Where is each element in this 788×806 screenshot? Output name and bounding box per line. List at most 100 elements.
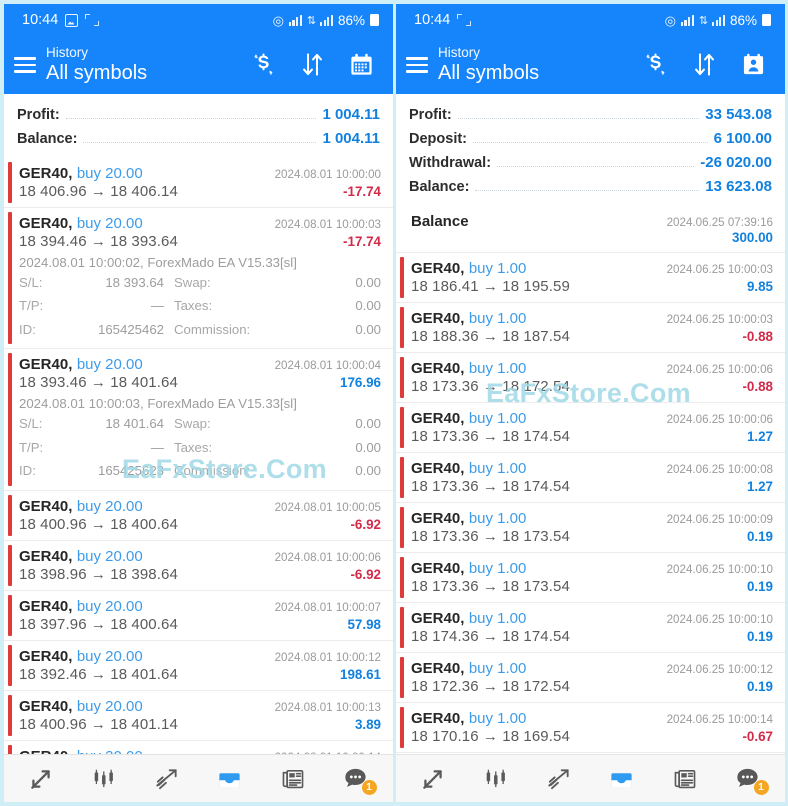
detail-key: S/L: — [19, 274, 43, 290]
hamburger-icon[interactable] — [402, 57, 428, 73]
deal-symbol: GER40, — [19, 214, 73, 232]
deal-time: 2024.06.25 07:39:16 — [666, 215, 773, 229]
deal-row[interactable]: GER40, buy 1.00 2024.06.25 10:00:08 18 173… — [396, 453, 785, 503]
deal-symbol: GER40, — [19, 748, 72, 754]
deal-row[interactable]: GER40, buy 20.00 2024.08.01 10:00:07 18 39… — [4, 591, 393, 641]
news-icon[interactable] — [663, 762, 707, 796]
summary-value: 6 100.00 — [713, 129, 772, 147]
deal-prices: 18 172.36 → 18 172.54 — [411, 677, 570, 695]
deal-detail-row: ID: 165425623 Commission: 0.00 — [19, 459, 381, 483]
bottom-navigation[interactable]: 1 — [4, 754, 393, 802]
deal-row[interactable]: GER40, buy 1.00 2024.06.25 10:00:12 18 172… — [396, 653, 785, 703]
deal-symbol: GER40, — [411, 609, 465, 627]
history-list[interactable]: GER40, buy 20.00 2024.08.01 10:00:00 18 40… — [4, 157, 393, 754]
mailbox-icon[interactable] — [208, 762, 252, 796]
battery-percent: 86% — [729, 12, 757, 28]
deal-row[interactable]: GER40, buy 1.00 2024.06.25 10:00:06 18 173… — [396, 353, 785, 403]
deal-detail: 2024.08.01 10:00:03, ForexMado EA V15.33… — [19, 391, 381, 483]
detail-key: S/L: — [19, 416, 43, 432]
deal-row[interactable]: GER40, buy 20.00 2024.08.01 10:00:12 18 39… — [4, 641, 393, 691]
deal-prices: 18 406.96 → 18 406.14 — [19, 182, 178, 200]
mailbox-icon[interactable] — [600, 762, 644, 796]
charts-candles-icon[interactable] — [474, 762, 518, 796]
deal-row[interactable]: GER40, buy 20.00 2024.08.01 10:00:13 18 40… — [4, 691, 393, 741]
dot-leader — [457, 118, 700, 119]
deal-time: 2024.08.01 10:00:13 — [274, 700, 381, 714]
detail-key: ID: — [19, 321, 36, 337]
deal-direction: buy 1.00 — [468, 709, 527, 727]
deal-row[interactable]: GER40, buy 20.00 2024.08.01 10:00:03 18 39… — [4, 208, 393, 350]
app-bar-actions — [642, 51, 773, 79]
summary-value: -26 020.00 — [700, 153, 772, 171]
deal-row[interactable]: GER40, buy 20.00 2024.08.01 10:00:04 18 39… — [4, 349, 393, 491]
deal-direction: buy 1.00 — [468, 459, 527, 477]
deal-detail-row: S/L: 18 393.64 Swap: 0.00 — [19, 271, 381, 295]
deal-profit: 57.98 — [347, 616, 381, 632]
deal-prices: 18 397.96 → 18 400.64 — [19, 615, 178, 633]
deal-prices: 18 393.46 → 18 401.64 — [19, 374, 178, 392]
deal-detail: 2024.08.01 10:00:02, ForexMado EA V15.33… — [19, 250, 381, 342]
trade-line-icon[interactable] — [537, 762, 581, 796]
deal-symbol: GER40, — [411, 559, 465, 577]
deal-profit: -6.92 — [350, 566, 381, 582]
sort-icon[interactable] — [691, 51, 718, 79]
deal-profit: -0.88 — [742, 378, 773, 394]
scan-icon — [457, 14, 472, 26]
wifi-icon: ◎ — [272, 12, 284, 28]
trade-line-icon[interactable] — [145, 762, 189, 796]
page-title[interactable]: All symbols — [438, 62, 642, 84]
deal-symbol: GER40, — [19, 697, 73, 715]
detail-key-2: Swap: — [174, 416, 211, 432]
deal-detail-row: ID: 165425462 Commission: 0.00 — [19, 318, 381, 342]
calendar-icon[interactable] — [348, 51, 375, 79]
deal-symbol: GER40, — [411, 659, 465, 677]
bottom-navigation[interactable]: 1 — [396, 754, 785, 802]
deal-direction: buy 20.00 — [76, 497, 143, 515]
balance-row[interactable]: Balance 2024.06.25 07:39:16 300.00 — [396, 206, 785, 253]
account-card-icon[interactable] — [740, 51, 767, 79]
deal-row[interactable]: GER40, buy 1.00 2024.06.25 10:00:10 18 173… — [396, 553, 785, 603]
balance-label: Balance — [411, 212, 469, 230]
detail-value: 165425623 — [97, 463, 164, 479]
history-list[interactable]: Balance 2024.06.25 07:39:16 300.00 GER40, b… — [396, 205, 785, 754]
deal-time: 2024.08.01 10:00:14 — [275, 751, 381, 754]
chat-icon[interactable]: 1 — [726, 762, 770, 796]
deal-row[interactable]: GER40, buy 20.00 2024.08.01 10:00:00 18 40… — [4, 158, 393, 208]
chat-icon[interactable]: 1 — [334, 762, 378, 796]
deal-row[interactable]: GER40, buy 1.002024.06.25 10:00:1418 169… — [396, 753, 785, 754]
deal-row[interactable]: GER40, buy 1.00 2024.06.25 10:00:03 18 188… — [396, 303, 785, 353]
news-icon[interactable] — [271, 762, 315, 796]
deal-prices: 18 174.36 → 18 174.54 — [411, 627, 570, 645]
deal-row[interactable]: GER40, buy 20.00 2024.08.01 10:00:06 18 39… — [4, 541, 393, 591]
quotes-icon[interactable] — [411, 762, 455, 796]
detail-value: — — [150, 439, 164, 455]
detail-value: — — [150, 298, 164, 314]
deal-symbol: GER40, — [411, 259, 465, 277]
scan-icon — [85, 14, 100, 26]
quotes-icon[interactable] — [19, 762, 63, 796]
deal-direction: buy 1.00 — [468, 259, 527, 277]
deal-prices: 18 400.96 → 18 400.64 — [19, 515, 178, 533]
hamburger-icon[interactable] — [10, 57, 36, 73]
deal-row[interactable]: GER40, buy 20.002024.08.01 10:00:1418 40… — [4, 741, 393, 754]
deal-row[interactable]: GER40, buy 20.00 2024.08.01 10:00:05 18 40… — [4, 491, 393, 541]
deal-direction: buy 1.00 — [468, 559, 527, 577]
deal-time: 2024.08.01 10:00:00 — [274, 167, 381, 181]
status-time: 10:44 — [22, 12, 59, 28]
battery-icon — [370, 14, 379, 26]
deal-row[interactable]: GER40, buy 1.00 2024.06.25 10:00:10 18 174… — [396, 603, 785, 653]
deal-row[interactable]: GER40, buy 1.00 2024.06.25 10:00:03 18 186… — [396, 253, 785, 303]
currency-icon[interactable] — [250, 51, 277, 79]
deal-time: 2024.06.25 10:00:03 — [666, 262, 773, 276]
page-title[interactable]: All symbols — [46, 62, 250, 84]
deal-row[interactable]: GER40, buy 1.00 2024.06.25 10:00:14 18 170… — [396, 703, 785, 753]
sort-icon[interactable] — [299, 51, 326, 79]
deal-direction: buy 1.00 — [468, 409, 527, 427]
deal-comment: 2024.08.01 10:00:03, ForexMado EA V15.33… — [19, 396, 297, 412]
charts-candles-icon[interactable] — [82, 762, 126, 796]
deal-row[interactable]: GER40, buy 1.00 2024.06.25 10:00:09 18 173… — [396, 503, 785, 553]
currency-icon[interactable] — [642, 51, 669, 79]
deal-time: 2024.08.01 10:00:06 — [274, 550, 381, 564]
deal-row[interactable]: GER40, buy 1.00 2024.06.25 10:00:06 18 173… — [396, 403, 785, 453]
summary-row: Deposit: 6 100.00 — [409, 127, 772, 151]
